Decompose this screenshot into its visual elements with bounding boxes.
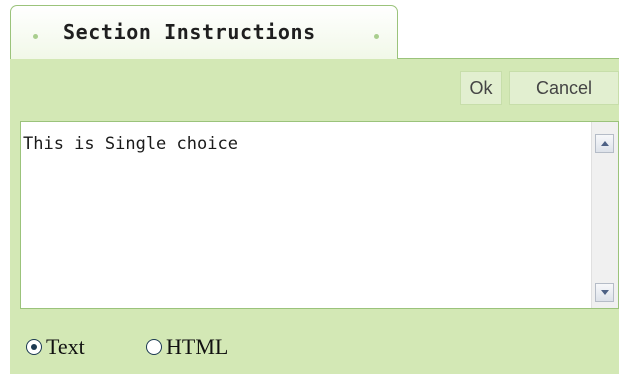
toolbar: Ok Cancel — [10, 58, 619, 116]
cancel-button[interactable]: Cancel — [509, 71, 619, 105]
section-instructions-panel: Section Instructions Ok Cancel This is S… — [0, 0, 619, 374]
format-options: Text HTML — [10, 314, 619, 374]
radio-text[interactable]: Text — [26, 334, 85, 360]
radio-html[interactable]: HTML — [146, 334, 228, 360]
tab-section-instructions[interactable]: Section Instructions — [10, 5, 398, 59]
dot-icon — [374, 34, 379, 39]
instructions-text: This is Single choice — [23, 134, 238, 154]
radio-text-label: Text — [46, 334, 85, 359]
vertical-scrollbar[interactable] — [591, 122, 618, 308]
arrow-up-icon — [600, 141, 609, 146]
radio-unchecked-icon[interactable] — [146, 339, 162, 355]
radio-checked-icon[interactable] — [26, 339, 42, 355]
tab-title: Section Instructions — [63, 20, 316, 44]
dot-icon — [33, 34, 38, 39]
arrow-down-icon — [600, 290, 609, 295]
radio-html-label: HTML — [166, 334, 229, 359]
scroll-up-button[interactable] — [595, 134, 614, 153]
scroll-down-button[interactable] — [595, 283, 614, 302]
instructions-textarea[interactable]: This is Single choice — [20, 121, 619, 309]
ok-button[interactable]: Ok — [460, 71, 502, 105]
editor-area: This is Single choice — [10, 116, 619, 314]
